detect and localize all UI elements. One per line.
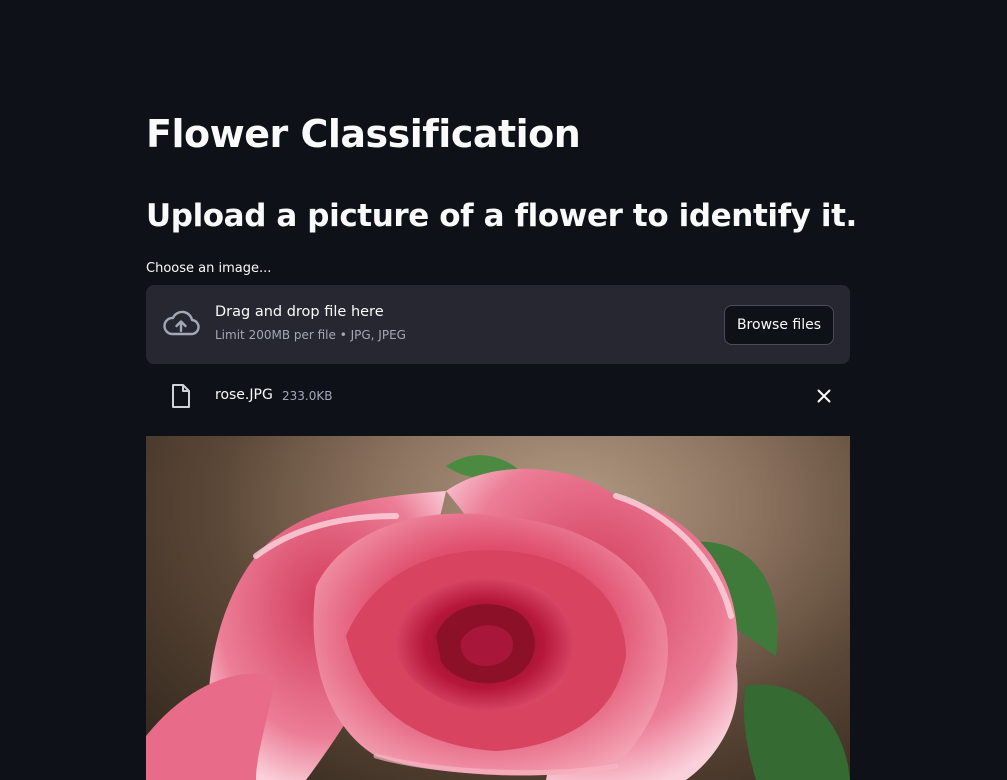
main-container: Flower Classification Upload a picture o…: [146, 0, 857, 780]
uploaded-file-size: 233.0KB: [282, 389, 333, 403]
uploaded-file-name: rose.JPG: [215, 387, 273, 403]
uploader-label: Choose an image...: [146, 261, 272, 276]
uploaded-file-row: rose.JPG 233.0KB: [146, 378, 850, 414]
dropzone-instructions: Drag and drop file here Limit 200MB per …: [215, 304, 406, 342]
rose-image: [146, 455, 850, 780]
close-icon[interactable]: [814, 386, 834, 406]
page-title: Flower Classification: [146, 112, 581, 156]
cloud-upload-icon: [163, 310, 200, 336]
dropzone-limit: Limit 200MB per file • JPG, JPEG: [215, 328, 406, 342]
file-dropzone[interactable]: Drag and drop file here Limit 200MB per …: [146, 285, 850, 364]
file-icon: [172, 384, 190, 408]
dropzone-text: Drag and drop file here: [215, 304, 384, 320]
uploaded-image: [146, 436, 850, 780]
page-subtitle: Upload a picture of a flower to identify…: [146, 198, 857, 234]
browse-files-button[interactable]: Browse files: [723, 305, 834, 345]
